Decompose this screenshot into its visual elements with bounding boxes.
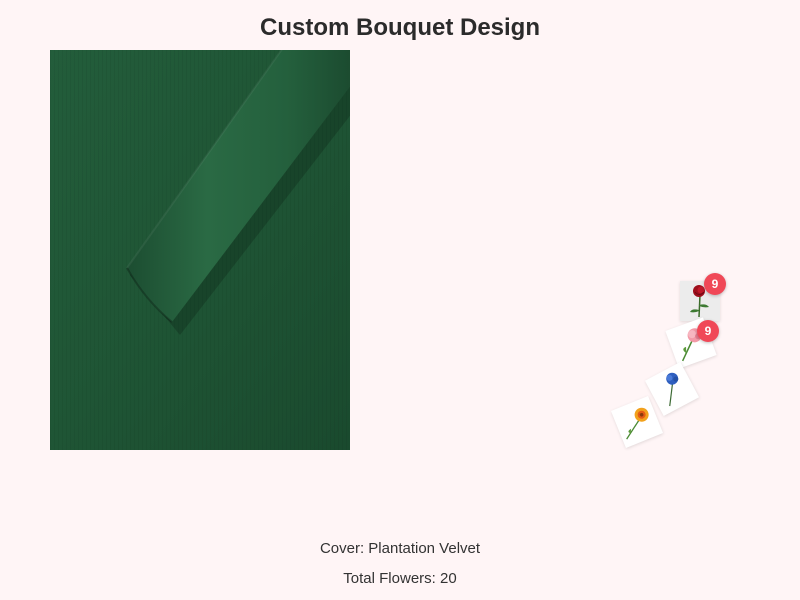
orange-gerbera-icon [626, 407, 649, 440]
total-flowers-label: Total Flowers: 20 [343, 570, 457, 587]
flower-item-orange-gerbera[interactable] [610, 395, 664, 449]
page-title: Custom Bouquet Design [260, 14, 540, 41]
cover-preview-image [50, 50, 350, 450]
flower-count-badge: 9 [697, 320, 719, 342]
flower-count-badge: 9 [704, 273, 726, 295]
cover-label: Cover: Plantation Velvet [319, 540, 481, 557]
green-velvet-roll-image [50, 50, 350, 450]
bouquet-designer: Custom Bouquet Design 9 9 Cover: Plantat… [0, 0, 800, 600]
